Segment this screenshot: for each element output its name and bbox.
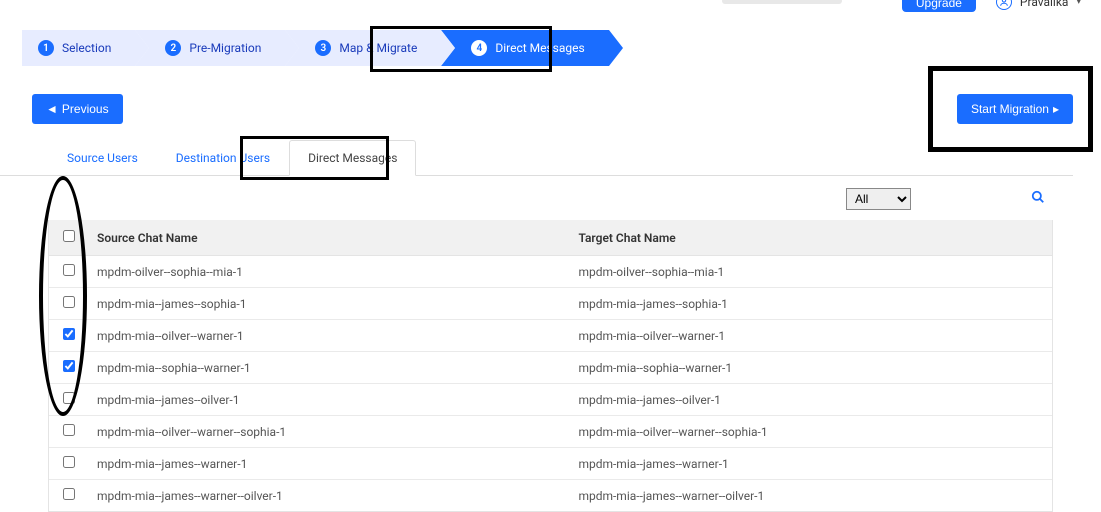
step-num: 4 — [471, 40, 487, 56]
breadcrumb-steps: 1 Selection 2 Pre-Migration 3 Map & Migr… — [0, 18, 1101, 72]
row-checkbox[interactable] — [63, 296, 75, 308]
row-checkbox-cell — [49, 384, 89, 416]
target-chat-name: mpdm-mia--oilver--warner--sophia-1 — [570, 416, 1052, 448]
table-row: mpdm-mia--oilver--warner-1mpdm-mia--oilv… — [49, 320, 1052, 352]
source-chat-name: mpdm-oilver--sophia--mia-1 — [89, 256, 570, 288]
header-target: Target Chat Name — [570, 220, 1052, 256]
filter-row: All — [0, 176, 1101, 220]
table-row: mpdm-mia--sophia--warner-1mpdm-mia--soph… — [49, 352, 1052, 384]
source-chat-name: mpdm-mia--oilver--warner--sophia-1 — [89, 416, 570, 448]
step-label: Map & Migrate — [339, 41, 417, 55]
source-chat-name: mpdm-mia--james--warner--oilver-1 — [89, 480, 570, 512]
source-chat-name: mpdm-mia--james--oilver-1 — [89, 384, 570, 416]
tab-direct-messages[interactable]: Direct Messages — [289, 140, 416, 176]
filter-select[interactable]: All — [846, 188, 911, 210]
source-chat-name: mpdm-mia--oilver--warner-1 — [89, 320, 570, 352]
select-all-checkbox[interactable] — [63, 230, 75, 242]
source-chat-name: mpdm-mia--james--warner-1 — [89, 448, 570, 480]
row-checkbox-cell — [49, 288, 89, 320]
source-chat-name: mpdm-mia--sophia--warner-1 — [89, 352, 570, 384]
previous-button[interactable]: ◄ Previous — [32, 94, 123, 124]
row-checkbox-cell — [49, 352, 89, 384]
table-row: mpdm-mia--james--warner-1mpdm-mia--james… — [49, 448, 1052, 480]
step-label: Selection — [62, 41, 111, 55]
step-pre-migration[interactable]: 2 Pre-Migration — [135, 30, 285, 66]
table-row: mpdm-mia--oilver--warner--sophia-1mpdm-m… — [49, 416, 1052, 448]
table-wrapper: Source Chat Name Target Chat Name mpdm-o… — [48, 220, 1053, 512]
table-row: mpdm-oilver--sophia--mia-1mpdm-oilver--s… — [49, 256, 1052, 288]
row-checkbox[interactable] — [63, 264, 75, 276]
step-num: 3 — [315, 40, 331, 56]
table-row: mpdm-mia--james--warner--oilver-1mpdm-mi… — [49, 480, 1052, 512]
table-row: mpdm-mia--james--sophia-1mpdm-mia--james… — [49, 288, 1052, 320]
row-checkbox-cell — [49, 256, 89, 288]
chevron-right-icon: ▸ — [1053, 102, 1059, 116]
target-chat-name: mpdm-mia--james--sophia-1 — [570, 288, 1052, 320]
target-chat-name: mpdm-oilver--sophia--mia-1 — [570, 256, 1052, 288]
top-search-placeholder — [722, 0, 842, 4]
start-migration-label: Start Migration — [971, 102, 1049, 116]
row-checkbox[interactable] — [63, 488, 75, 500]
user-menu[interactable]: Pravalika ▾ — [996, 0, 1081, 10]
row-checkbox[interactable] — [63, 328, 75, 340]
tab-destination-users[interactable]: Destination Users — [157, 140, 289, 176]
action-row: ◄ Previous Start Migration ▸ — [0, 72, 1101, 134]
step-label: Direct Messages — [495, 41, 584, 55]
tab-source-users[interactable]: Source Users — [48, 140, 157, 176]
chat-table: Source Chat Name Target Chat Name mpdm-o… — [49, 220, 1052, 511]
previous-label: Previous — [62, 102, 109, 116]
table-body: mpdm-oilver--sophia--mia-1mpdm-oilver--s… — [49, 256, 1052, 512]
user-icon — [996, 0, 1012, 10]
step-map-migrate[interactable]: 3 Map & Migrate — [285, 30, 441, 66]
row-checkbox-cell — [49, 416, 89, 448]
row-checkbox[interactable] — [63, 392, 75, 404]
target-chat-name: mpdm-mia--sophia--warner-1 — [570, 352, 1052, 384]
user-name: Pravalika — [1020, 0, 1069, 9]
tabs: Source Users Destination Users Direct Me… — [0, 140, 1073, 176]
header-source: Source Chat Name — [89, 220, 570, 256]
row-checkbox[interactable] — [63, 456, 75, 468]
upgrade-button[interactable]: Upgrade — [902, 0, 976, 12]
table-row: mpdm-mia--james--oilver-1mpdm-mia--james… — [49, 384, 1052, 416]
search-icon[interactable] — [1031, 190, 1045, 208]
step-selection[interactable]: 1 Selection — [22, 30, 135, 66]
step-num: 1 — [38, 40, 54, 56]
target-chat-name: mpdm-mia--james--warner-1 — [570, 448, 1052, 480]
row-checkbox-cell — [49, 448, 89, 480]
row-checkbox[interactable] — [63, 360, 75, 372]
target-chat-name: mpdm-mia--james--oilver-1 — [570, 384, 1052, 416]
step-num: 2 — [165, 40, 181, 56]
start-migration-button[interactable]: Start Migration ▸ — [957, 94, 1073, 124]
step-label: Pre-Migration — [189, 41, 261, 55]
row-checkbox-cell — [49, 320, 89, 352]
row-checkbox[interactable] — [63, 424, 75, 436]
chevron-left-icon: ◄ — [46, 102, 58, 116]
header-checkbox-col — [49, 220, 89, 256]
target-chat-name: mpdm-mia--james--warner--oilver-1 — [570, 480, 1052, 512]
row-checkbox-cell — [49, 480, 89, 512]
target-chat-name: mpdm-mia--oilver--warner-1 — [570, 320, 1052, 352]
chevron-down-icon: ▾ — [1076, 0, 1081, 7]
top-bar: Upgrade Pravalika ▾ — [0, 0, 1101, 18]
source-chat-name: mpdm-mia--james--sophia-1 — [89, 288, 570, 320]
step-direct-messages[interactable]: 4 Direct Messages — [441, 30, 608, 66]
